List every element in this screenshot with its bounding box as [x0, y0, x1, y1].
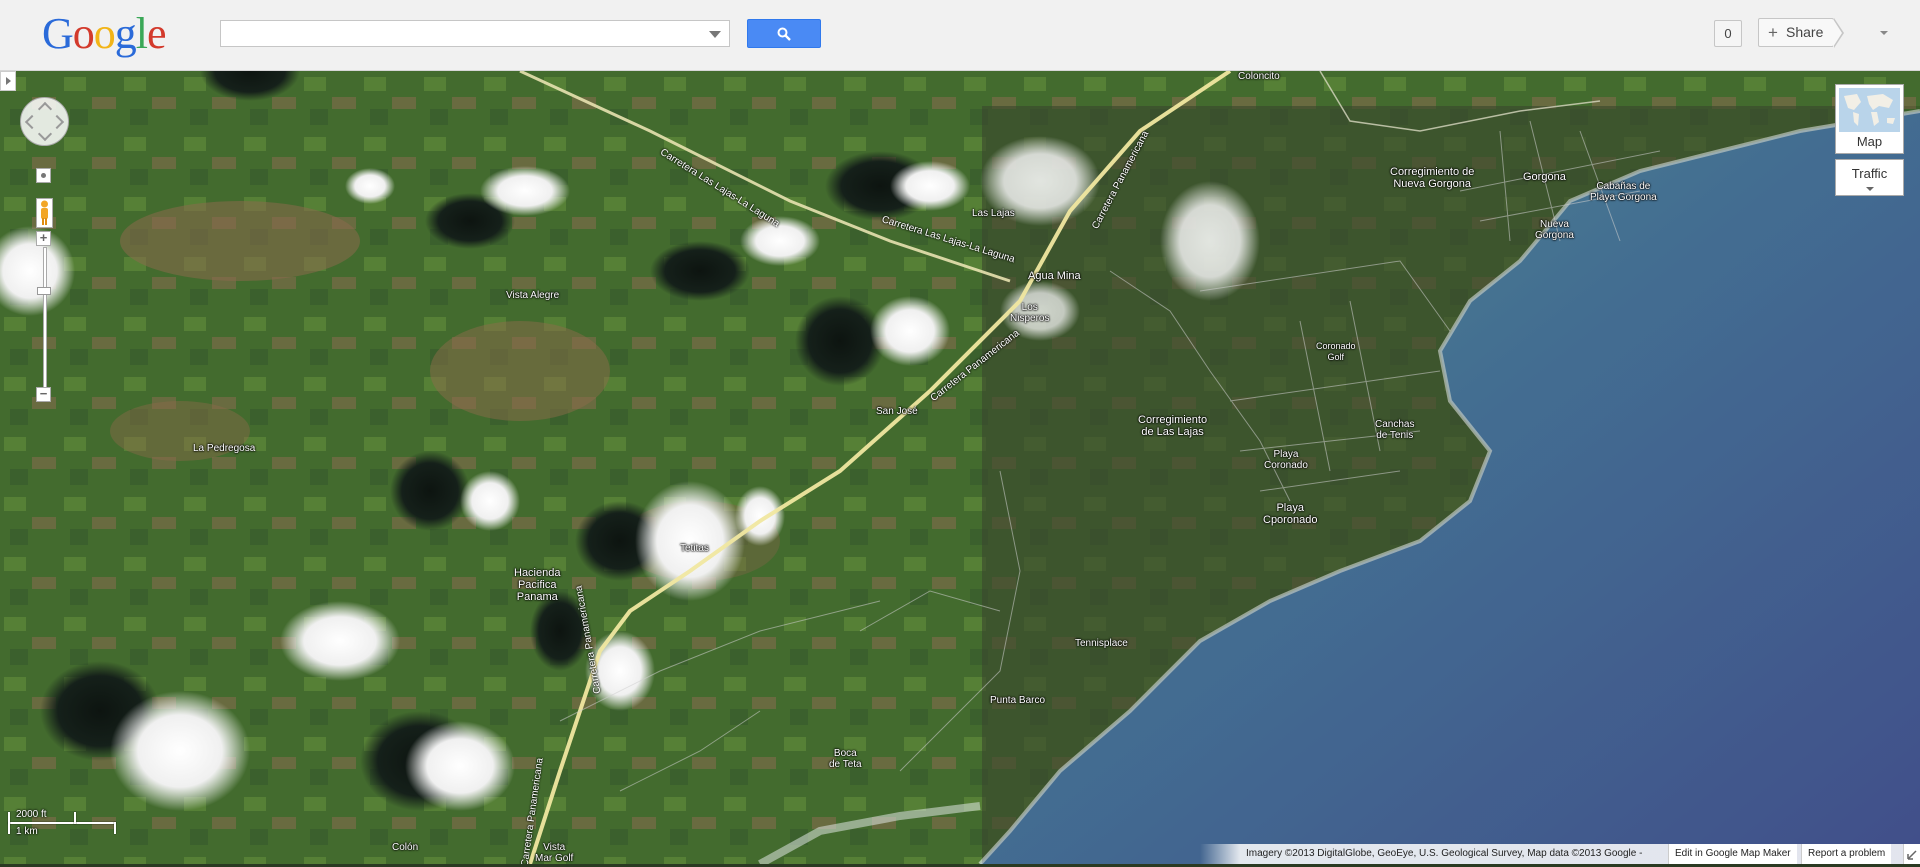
place-label[interactable]: Tetitas: [680, 543, 709, 554]
pan-right-icon[interactable]: [49, 114, 65, 130]
logo-letter: e: [147, 9, 167, 58]
zoom-slider-track[interactable]: [43, 247, 47, 389]
place-label[interactable]: Coloncito: [1238, 71, 1280, 82]
resize-corner-icon[interactable]: [1903, 844, 1920, 864]
place-label[interactable]: Colón: [392, 842, 418, 853]
place-label[interactable]: Los Nisperos: [1010, 302, 1049, 324]
place-label[interactable]: Las Lajas: [972, 208, 1015, 219]
attribution-bar: Imagery ©2013 DigitalGlobe, GeoEye, U.S.…: [1200, 844, 1920, 864]
account-dropdown-icon[interactable]: [1880, 31, 1888, 35]
magnifier-icon: [777, 27, 791, 41]
zoom-out-button[interactable]: −: [36, 387, 51, 402]
collapse-panel-button[interactable]: [0, 71, 16, 91]
place-label[interactable]: Agua Mina: [1028, 270, 1081, 282]
report-problem-link[interactable]: Report a problem: [1801, 844, 1892, 864]
scale-line: [8, 822, 116, 824]
attribution-text: Imagery ©2013 DigitalGlobe, GeoEye, U.S.…: [1246, 848, 1643, 859]
scale-feet: 2000 ft: [16, 809, 47, 820]
world-map-icon: [1839, 88, 1900, 132]
pan-down-icon[interactable]: [37, 126, 53, 142]
place-label[interactable]: La Pedregosa: [193, 443, 255, 454]
place-label[interactable]: Vista Alegre: [506, 290, 559, 301]
share-label: Share: [1786, 24, 1824, 40]
logo-letter: g: [114, 9, 137, 58]
scale-bar: 2000 ft 1 km: [8, 809, 118, 839]
logo-letter: o: [72, 9, 95, 58]
arrow-icon: [1907, 850, 1917, 860]
logo-letter: l: [135, 9, 148, 58]
scale-tick: [114, 822, 116, 834]
place-label[interactable]: Hacienda Pacifica Panama: [514, 567, 560, 603]
map-type-label: Map: [1856, 134, 1883, 149]
place-label[interactable]: Playa Coronado: [1264, 449, 1308, 471]
place-label[interactable]: Tennisplace: [1075, 638, 1128, 649]
traffic-button[interactable]: Traffic: [1835, 159, 1904, 196]
satellite-map[interactable]: Carretera Las Lajas-La Laguna Carretera …: [0, 71, 1920, 864]
search-button[interactable]: [747, 19, 821, 48]
map-thumbnail: [1839, 88, 1900, 132]
zoom-reset-button[interactable]: [36, 168, 51, 183]
place-label[interactable]: Corregimiento de Las Lajas: [1138, 414, 1207, 438]
place-label[interactable]: Gorgona: [1523, 171, 1566, 183]
search-dropdown-icon[interactable]: [709, 31, 721, 38]
zoom-slider-thumb[interactable]: [37, 287, 51, 295]
place-label[interactable]: San José: [876, 406, 918, 417]
top-bar: Google 0 + Share: [0, 0, 1920, 71]
logo-letter: o: [93, 9, 116, 58]
map-type-button[interactable]: Map: [1835, 84, 1904, 154]
edit-map-maker-link[interactable]: Edit in Google Map Maker: [1668, 844, 1797, 864]
scale-tick: [74, 812, 76, 824]
place-label[interactable]: Punta Barco: [990, 695, 1045, 706]
place-label[interactable]: Canchas de Tenis: [1375, 419, 1414, 441]
traffic-label: Traffic: [1851, 166, 1888, 181]
street-view-icon: [41, 200, 48, 225]
place-label[interactable]: Corregimiento de Nueva Gorgona: [1390, 166, 1474, 190]
place-label[interactable]: Cabañas de Playa Gorgona: [1590, 181, 1657, 203]
logo-letter: G: [42, 9, 74, 58]
place-label[interactable]: Coronado Golf: [1316, 341, 1356, 363]
count-badge[interactable]: 0: [1714, 20, 1742, 47]
scale-tick: [8, 812, 10, 834]
scale-km: 1 km: [16, 826, 38, 837]
place-label[interactable]: Boca de Teta: [829, 748, 862, 770]
share-arrow-shape-inner: [1833, 19, 1842, 47]
place-label[interactable]: Playa Cporonado: [1263, 502, 1317, 526]
place-label[interactable]: Vista Mar Golf: [535, 842, 573, 864]
plus-icon: +: [1768, 23, 1778, 42]
google-logo[interactable]: Google: [42, 9, 167, 58]
pegman-icon[interactable]: [36, 198, 53, 228]
zoom-in-button[interactable]: +: [36, 231, 51, 246]
place-label[interactable]: Nueva Gorgona: [1535, 219, 1574, 241]
pan-left-icon[interactable]: [24, 114, 40, 130]
pan-up-icon[interactable]: [37, 101, 53, 117]
search-box: [220, 20, 730, 47]
pan-control[interactable]: [20, 97, 69, 146]
share-button[interactable]: + Share: [1758, 18, 1834, 47]
search-input[interactable]: [221, 21, 707, 46]
chevron-down-icon: [1866, 187, 1874, 191]
